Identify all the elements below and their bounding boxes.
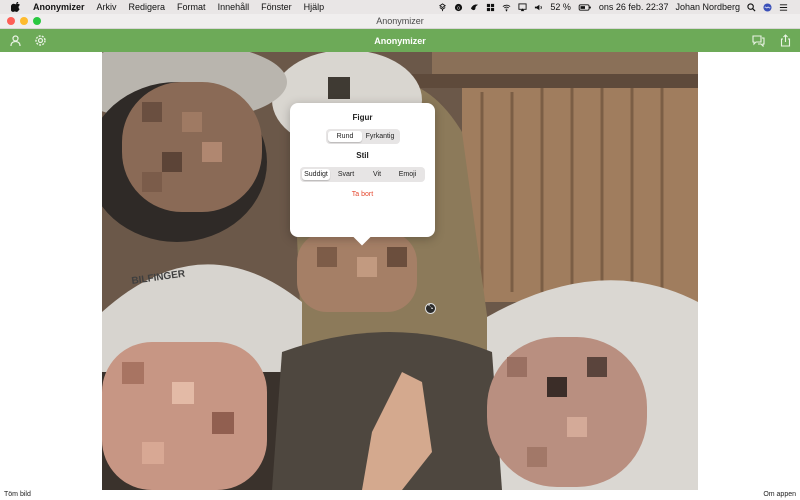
style-option-svart[interactable]: Svart	[330, 169, 362, 180]
style-heading: Stil	[356, 151, 369, 160]
menu-fonster[interactable]: Fönster	[261, 2, 292, 12]
share-icon[interactable]	[779, 34, 792, 47]
shape-heading: Figur	[352, 113, 373, 122]
shape-option-fyrkantig[interactable]: Fyrkantig	[362, 131, 398, 142]
toolbar-title: Anonymizer	[374, 35, 426, 46]
style-segmented-control: Suddigt Svart Vit Emoji	[300, 167, 425, 182]
menu-hjalp[interactable]: Hjälp	[304, 2, 325, 12]
window-close-button[interactable]	[7, 17, 15, 25]
chat-bubble-icon[interactable]	[752, 34, 765, 47]
menu-format[interactable]: Format	[177, 2, 206, 12]
pixelated-face-top-left[interactable]	[122, 82, 262, 212]
battery-icon[interactable]	[578, 3, 592, 12]
wifi-icon[interactable]	[502, 3, 511, 12]
apple-menu-icon[interactable]	[11, 2, 21, 12]
notification-center-icon[interactable]	[779, 3, 788, 12]
face-detect-icon[interactable]	[9, 34, 22, 47]
menubar-clock[interactable]: ons 26 feb. 22:37	[599, 2, 669, 12]
dropbox-icon[interactable]	[438, 2, 447, 12]
spotlight-search-icon[interactable]	[747, 2, 756, 12]
shape-option-rund[interactable]: Rund	[328, 131, 362, 142]
menu-innehall[interactable]: Innehåll	[218, 2, 250, 12]
window-zoom-button[interactable]	[33, 17, 41, 25]
style-option-vit[interactable]: Vit	[362, 169, 392, 180]
remove-button[interactable]: Ta bort	[290, 191, 435, 198]
menu-app-name[interactable]: Anonymizer	[33, 2, 85, 12]
volume-icon[interactable]	[534, 3, 543, 12]
siri-icon[interactable]	[763, 2, 772, 12]
style-option-emoji[interactable]: Emoji	[392, 169, 423, 180]
airplay-icon[interactable]	[518, 2, 527, 12]
menu-redigera[interactable]: Redigera	[129, 2, 166, 12]
window-title-bar: Anonymizer	[0, 14, 800, 29]
status-circle-icon[interactable]: 0	[454, 3, 463, 12]
resize-handle-icon[interactable]: ⤡	[425, 303, 436, 314]
pixelated-face-center[interactable]	[297, 232, 417, 312]
grid-app-icon[interactable]	[486, 3, 495, 12]
window-minimize-button[interactable]	[20, 17, 28, 25]
menu-bar: Anonymizer Arkiv Redigera Format Innehål…	[0, 0, 800, 14]
battery-percent: 52 %	[550, 2, 571, 12]
window-title: Anonymizer	[376, 16, 424, 26]
pixelated-face-bottom-left[interactable]	[102, 342, 267, 490]
about-app-button[interactable]: Om appen	[763, 491, 796, 498]
pixelated-face-bottom-right[interactable]	[487, 337, 647, 487]
clear-image-button[interactable]: Töm bild	[4, 491, 31, 498]
shape-segmented-control: Rund Fyrkantig	[326, 129, 400, 144]
menu-arkiv[interactable]: Arkiv	[97, 2, 117, 12]
anonymize-options-popover: Figur Rund Fyrkantig Stil Suddigt Svart …	[290, 103, 435, 246]
style-option-suddigt[interactable]: Suddigt	[302, 169, 330, 180]
bird-icon[interactable]	[470, 3, 479, 12]
settings-gear-icon[interactable]	[34, 34, 47, 47]
menubar-user[interactable]: Johan Nordberg	[675, 2, 740, 12]
app-toolbar: Anonymizer	[0, 29, 800, 52]
